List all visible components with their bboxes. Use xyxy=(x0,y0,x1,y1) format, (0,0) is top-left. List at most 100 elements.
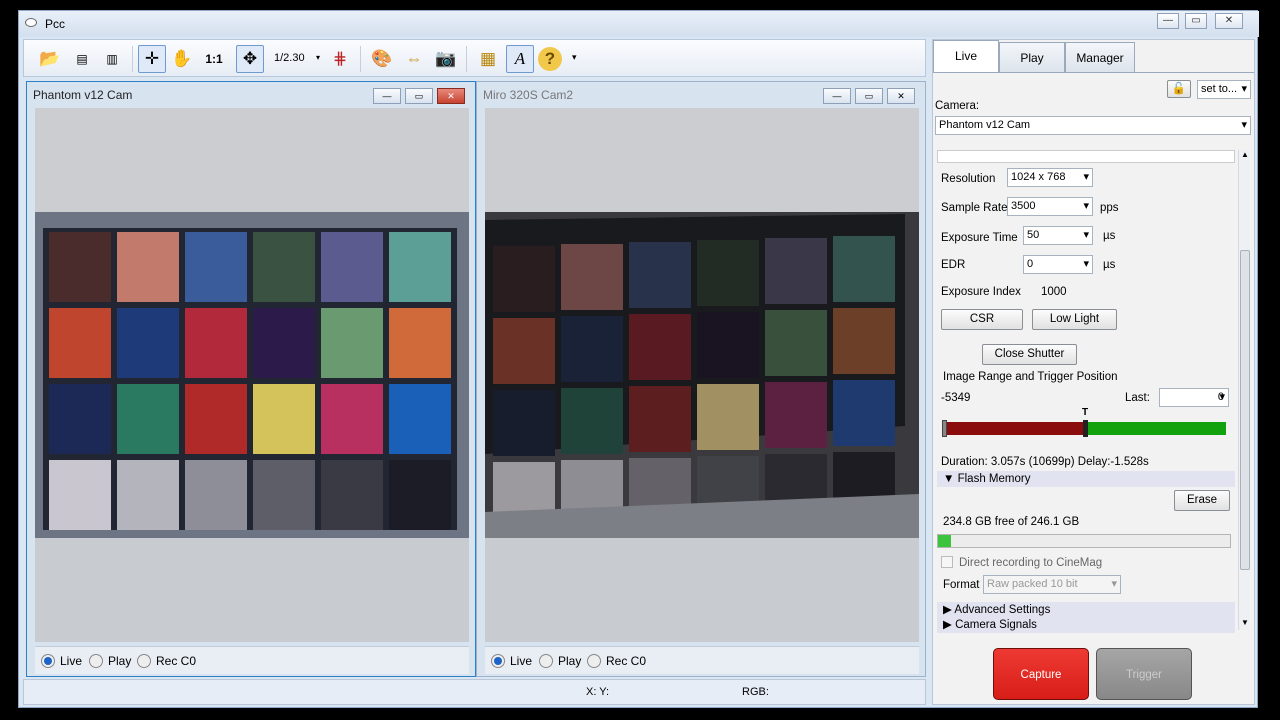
resolution-select[interactable]: 1024 x 768 xyxy=(1007,168,1093,187)
minimize-button[interactable]: — xyxy=(1157,13,1179,29)
range-start-handle[interactable] xyxy=(942,420,947,437)
trigger-handle[interactable] xyxy=(1083,420,1088,437)
image-range-slider[interactable] xyxy=(942,420,1226,437)
flash-memory-section[interactable]: ▼ Flash Memory xyxy=(937,471,1235,487)
mode-play-radio[interactable]: Play xyxy=(539,654,581,668)
zoom-dropdown-icon[interactable]: ▾ xyxy=(316,53,320,62)
app-window: Pcc — ▭ ✕ 📂 ▤ ▥ ✛ ✋ 1:1 ✥ 1/2.30 ▾ ⋕ 🎨 ⇔… xyxy=(18,10,1259,708)
color-patch xyxy=(321,232,383,302)
color-patch xyxy=(321,384,383,454)
color-patch xyxy=(629,242,691,308)
exposure-unit: µs xyxy=(1103,230,1116,242)
hand-pan-icon[interactable]: ✋ xyxy=(168,45,196,73)
color-patch xyxy=(389,232,451,302)
trigger-button[interactable]: Trigger xyxy=(1096,648,1192,700)
edr-select[interactable]: 0 xyxy=(1023,255,1093,274)
window-title: Pcc xyxy=(45,17,66,31)
sample-rate-select[interactable]: 3500 xyxy=(1007,197,1093,216)
first-image-value: -5349 xyxy=(941,392,971,404)
exposure-index-value: 1000 xyxy=(1041,286,1067,298)
scroll-down-icon[interactable]: ▼ xyxy=(1241,618,1249,627)
color-patch xyxy=(117,384,179,454)
camera-window-1[interactable]: Phantom v12 Cam — ▭ ✕ Live Play Rec C0 xyxy=(26,81,476,677)
camera-select[interactable]: Phantom v12 Cam xyxy=(935,116,1251,135)
color-patch xyxy=(389,384,451,454)
color-patch xyxy=(49,308,111,378)
snapshot-camera-icon[interactable]: 📷 xyxy=(432,45,460,73)
camera-window-2[interactable]: Miro 320S Cam2 — ▭ ✕ Live Play Rec C0 xyxy=(476,81,926,677)
direct-recording-checkbox[interactable]: Direct recording to CineMag xyxy=(941,556,1102,569)
tab-manager[interactable]: Manager xyxy=(1065,42,1135,72)
csr-button[interactable]: CSR xyxy=(941,309,1023,330)
move-icon[interactable]: ✥ xyxy=(236,45,264,73)
format-select[interactable]: Raw packed 10 bit xyxy=(983,575,1121,594)
camera-window-title: Phantom v12 Cam xyxy=(33,88,133,102)
camera-mode-bar: Live Play Rec C0 xyxy=(485,646,919,674)
camera-live-view[interactable] xyxy=(35,108,469,642)
title-bar: Pcc — ▭ ✕ xyxy=(19,11,1259,37)
mode-play-radio[interactable]: Play xyxy=(89,654,131,668)
color-checker-image xyxy=(485,108,919,642)
capture-button[interactable]: Capture xyxy=(993,648,1089,700)
advanced-settings-section[interactable]: ▶ Advanced Settings xyxy=(937,602,1235,618)
format-label: Format xyxy=(943,579,980,591)
cam-minimize-button[interactable]: — xyxy=(823,88,851,104)
lock-icon[interactable]: 🔓 xyxy=(1167,80,1191,98)
duration-text: Duration: 3.057s (10699p) Delay:-1.528s xyxy=(941,456,1149,468)
list-view-icon[interactable]: ▤ xyxy=(68,45,96,73)
tab-play[interactable]: Play xyxy=(999,42,1065,72)
crosshair-icon[interactable]: ✛ xyxy=(138,45,166,73)
color-patch xyxy=(185,460,247,530)
close-button[interactable]: ✕ xyxy=(1215,13,1243,29)
color-patch xyxy=(253,384,315,454)
text-overlay-icon[interactable]: A xyxy=(506,45,534,73)
color-palette-icon[interactable]: 🎨 xyxy=(368,45,396,73)
scroll-up-icon[interactable]: ▲ xyxy=(1241,150,1249,159)
flip-icon[interactable]: ⇔ xyxy=(400,45,428,73)
cam-close-button[interactable]: ✕ xyxy=(887,88,915,104)
cam-maximize-button[interactable]: ▭ xyxy=(855,88,883,104)
post-trigger-range xyxy=(1086,422,1226,435)
color-patch xyxy=(833,308,895,374)
app-eye-icon xyxy=(25,18,37,27)
expanded-triangle-icon: ▼ xyxy=(943,473,955,485)
actual-size-icon[interactable]: 1:1 xyxy=(200,45,228,73)
cam-close-button[interactable]: ✕ xyxy=(437,88,465,104)
cam-maximize-button[interactable]: ▭ xyxy=(405,88,433,104)
color-patch xyxy=(253,308,315,378)
histogram-icon[interactable]: ⋕ xyxy=(326,45,354,73)
color-patch xyxy=(49,384,111,454)
camera-signals-section[interactable]: ▶ Camera Signals xyxy=(937,617,1235,633)
panel-scrollbar[interactable]: ▲ ▼ xyxy=(1238,150,1250,630)
help-dropdown-icon[interactable]: ▾ xyxy=(572,52,577,63)
erase-button[interactable]: Erase xyxy=(1174,490,1230,511)
mode-live-radio[interactable]: Live xyxy=(41,654,82,668)
memory-usage-bar xyxy=(937,534,1231,548)
camera-live-view[interactable] xyxy=(485,108,919,642)
set-to-dropdown[interactable]: set to... xyxy=(1197,80,1251,99)
export-icon[interactable]: ▥ xyxy=(98,45,126,73)
trigger-marker: T xyxy=(1082,407,1089,418)
open-folder-icon[interactable]: 📂 xyxy=(36,45,64,73)
scrollbar-thumb[interactable] xyxy=(1240,250,1250,570)
color-patch xyxy=(833,236,895,302)
color-patch xyxy=(493,318,555,384)
tile-grid-icon[interactable]: ▦ xyxy=(474,45,502,73)
help-icon[interactable]: ? xyxy=(538,47,562,71)
camera-window-header: Miro 320S Cam2 — ▭ ✕ xyxy=(477,82,925,106)
tab-live[interactable]: Live xyxy=(933,40,999,72)
last-image-input[interactable]: 0 xyxy=(1159,388,1229,407)
color-patch xyxy=(185,308,247,378)
close-shutter-button[interactable]: Close Shutter xyxy=(982,344,1077,365)
mode-rec-radio[interactable]: Rec C0 xyxy=(137,654,196,668)
color-patch xyxy=(253,460,315,530)
color-patch xyxy=(765,382,827,448)
sample-rate-label: Sample Rate xyxy=(941,202,1008,214)
mode-live-radio[interactable]: Live xyxy=(491,654,532,668)
camera-window-title: Miro 320S Cam2 xyxy=(483,88,574,102)
cam-minimize-button[interactable]: — xyxy=(373,88,401,104)
mode-rec-radio[interactable]: Rec C0 xyxy=(587,654,646,668)
low-light-button[interactable]: Low Light xyxy=(1032,309,1117,330)
exposure-select[interactable]: 50 xyxy=(1023,226,1093,245)
maximize-button[interactable]: ▭ xyxy=(1185,13,1207,29)
